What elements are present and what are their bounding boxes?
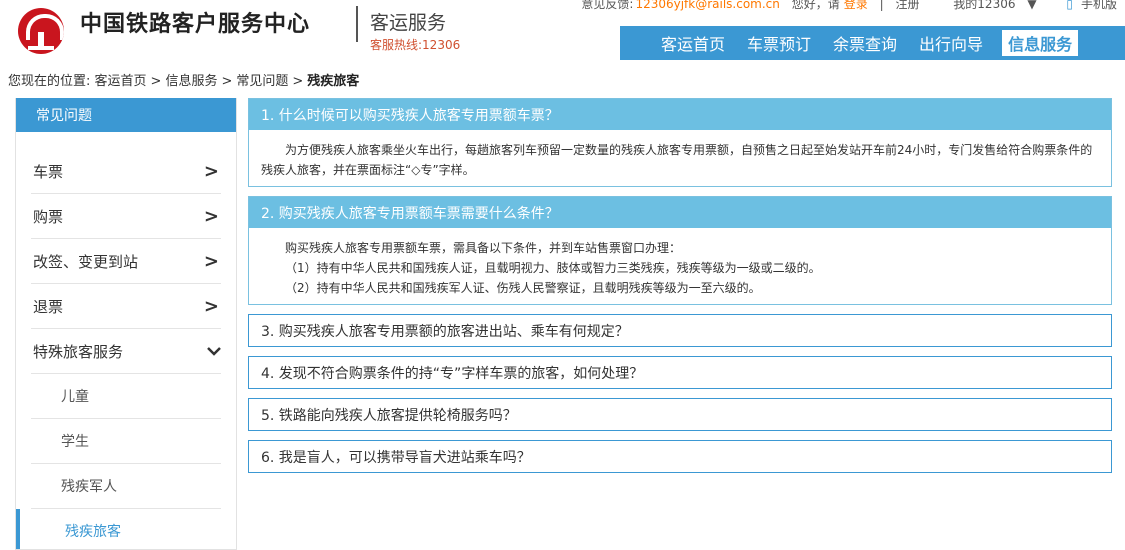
faq-answer-list-item: （1）持有中华人民共和国残疾人证，且载明视力、肢体或智力三类残疾，残疾等级为一级…	[285, 261, 821, 275]
hotline-text: 客服热线:12306	[370, 38, 461, 52]
nav-travel-guide[interactable]: 出行向导	[908, 26, 994, 60]
chevron-right-icon: >	[203, 160, 219, 182]
phone-icon: ▯	[1066, 0, 1073, 11]
sidebar-item-label: 改签、变更到站	[33, 252, 139, 271]
sidebar-item-tickets[interactable]: 车票 >	[31, 149, 221, 194]
faq-question[interactable]: 4. 发现不符合购票条件的持“专”字样车票的旅客，如何处理？	[249, 357, 1111, 388]
mobile-label: 手机版	[1080, 0, 1117, 11]
sidebar-item-label: 特殊旅客服务	[33, 342, 124, 361]
chevron-right-icon: >	[203, 250, 219, 272]
faq-item[interactable]: 4. 发现不符合购票条件的持“专”字样车票的旅客，如何处理？	[248, 356, 1112, 389]
breadcrumb-faq[interactable]: 常见问题	[236, 74, 288, 89]
faq-item: 1. 什么时候可以购买残疾人旅客专用票额车票？ 为方便残疾人旅客乘坐火车出行，每…	[248, 98, 1112, 187]
faq-question[interactable]: 6. 我是盲人，可以携带导盲犬进站乘车吗？	[249, 441, 1111, 472]
caret-down-icon: ▼	[1027, 0, 1037, 11]
brand-divider	[356, 6, 358, 42]
site-subtitle: 客运服务	[370, 12, 447, 34]
site-brand: 中国铁路客户服务中心	[80, 11, 311, 37]
topbar-divider: |	[879, 0, 884, 11]
faq-item: 2. 购买残疾人旅客专用票额车票需要什么条件？ 购买残疾人旅客专用票额车票，需具…	[248, 196, 1112, 305]
nav-remaining-tickets[interactable]: 余票查询	[822, 26, 908, 60]
sidebar-item-purchase[interactable]: 购票 >	[31, 194, 221, 239]
sidebar-item-change[interactable]: 改签、变更到站 >	[31, 239, 221, 284]
faq-answer-text: 为方便残疾人旅客乘坐火车出行，每趟旅客列车预留一定数量的残疾人旅客专用票额，自预…	[261, 143, 1093, 177]
mobile-link[interactable]: ▯ 手机版	[1058, 0, 1117, 11]
sidebar-item-label: 车票	[33, 162, 64, 181]
chevron-right-icon: >	[203, 205, 219, 227]
sidebar-subitem-children[interactable]: 儿童	[31, 374, 221, 419]
breadcrumb-separator: >	[150, 74, 162, 89]
greeting-text: 您好，请	[791, 0, 840, 11]
my12306-menu[interactable]: 我的12306 ▼	[945, 0, 1036, 11]
faq-answer-list-item: （2）持有中华人民共和国残疾军人证、伤残人民警察证，且载明残疾等级为一至六级的。	[285, 281, 761, 295]
sidebar-item-special-passengers[interactable]: 特殊旅客服务	[31, 329, 221, 374]
faq-answer: 购买残疾人旅客专用票额车票，需具备以下条件，并到车站售票窗口办理： （1）持有中…	[249, 228, 1111, 304]
sidebar-title: 常见问题	[16, 98, 236, 132]
breadcrumb-separator: >	[292, 74, 304, 89]
sidebar-item-refund[interactable]: 退票 >	[31, 284, 221, 329]
main-nav: 客运首页 车票预订 余票查询 出行向导 信息服务	[620, 26, 1125, 60]
sidebar-subitem-students[interactable]: 学生	[31, 419, 221, 464]
faq-list: 1. 什么时候可以购买残疾人旅客专用票额车票？ 为方便残疾人旅客乘坐火车出行，每…	[248, 98, 1112, 482]
my12306-label: 我的12306	[953, 0, 1016, 11]
faq-answer-intro: 购买残疾人旅客专用票额车票，需具备以下条件，并到车站售票窗口办理：	[285, 241, 682, 255]
breadcrumb-info-service[interactable]: 信息服务	[165, 74, 217, 89]
nav-ticket-booking[interactable]: 车票预订	[736, 26, 822, 60]
chevron-right-icon: >	[203, 295, 219, 317]
sidebar-item-label: 购票	[33, 207, 64, 226]
faq-item[interactable]: 3. 购买残疾人旅客专用票额的旅客进出站、乘车有何规定？	[248, 314, 1112, 347]
breadcrumb-home[interactable]: 客运首页	[95, 74, 147, 89]
nav-passenger-home[interactable]: 客运首页	[650, 26, 736, 60]
faq-item[interactable]: 5. 铁路能向残疾人旅客提供轮椅服务吗？	[248, 398, 1112, 431]
sidebar-subitem-disabled-veterans[interactable]: 残疾军人	[31, 464, 221, 509]
breadcrumb: 您现在的位置: 客运首页 > 信息服务 > 常见问题 > 残疾旅客	[8, 70, 359, 89]
feedback-email-link[interactable]: 12306yjfk@rails.com.cn	[635, 0, 779, 11]
faq-question[interactable]: 2. 购买残疾人旅客专用票额车票需要什么条件？	[249, 197, 1111, 228]
site-header: 中国铁路客户服务中心 客运服务 客服热线:12306 意见反馈: 12306yjf…	[0, 0, 1125, 60]
nav-info-service[interactable]: 信息服务	[1002, 30, 1079, 56]
sidebar-item-label: 退票	[33, 297, 64, 316]
faq-question[interactable]: 5. 铁路能向残疾人旅客提供轮椅服务吗？	[249, 399, 1111, 430]
faq-sidebar: 常见问题 车票 > 购票 > 改签、变更到站 > 退票 > 特殊旅客服务 儿童 …	[15, 98, 237, 550]
register-link[interactable]: 注册	[895, 0, 919, 11]
breadcrumb-current: 残疾旅客	[307, 74, 360, 89]
breadcrumb-prefix: 您现在的位置:	[8, 74, 91, 89]
breadcrumb-separator: >	[221, 74, 233, 89]
chevron-down-icon	[207, 347, 221, 356]
faq-question[interactable]: 3. 购买残疾人旅客专用票额的旅客进出站、乘车有何规定？	[249, 315, 1111, 346]
login-link[interactable]: 登录	[844, 0, 868, 11]
top-utility-bar: 意见反馈: 12306yjfk@rails.com.cn 您好，请 登录 | 注册 …	[500, 0, 1125, 11]
faq-question[interactable]: 1. 什么时候可以购买残疾人旅客专用票额车票？	[249, 99, 1111, 130]
feedback-label: 意见反馈:	[581, 0, 634, 11]
sidebar-subitem-disabled-passengers[interactable]: 残疾旅客	[16, 509, 236, 549]
railway-logo-icon[interactable]	[18, 8, 64, 54]
faq-answer: 为方便残疾人旅客乘坐火车出行，每趟旅客列车预留一定数量的残疾人旅客专用票额，自预…	[249, 130, 1111, 186]
faq-item[interactable]: 6. 我是盲人，可以携带导盲犬进站乘车吗？	[248, 440, 1112, 473]
